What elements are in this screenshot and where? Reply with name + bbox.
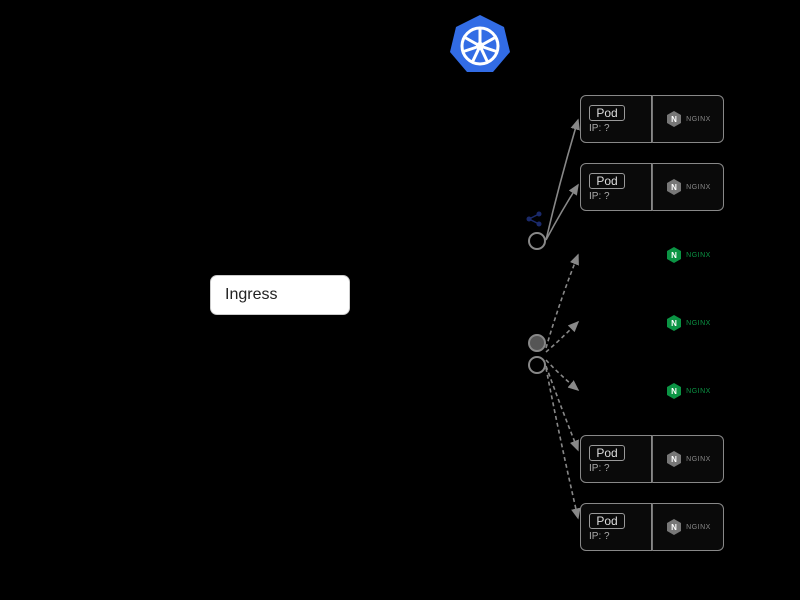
svg-text:N: N	[671, 251, 677, 260]
pod-ip: IP: ?	[589, 531, 643, 542]
svg-text:N: N	[671, 183, 677, 192]
svg-text:N: N	[671, 115, 677, 124]
nginx-label: NGINX	[686, 116, 711, 123]
ingress-label: Ingress	[225, 286, 277, 304]
nginx-box: N NGINX	[652, 163, 724, 211]
pod-ip: IP: ?	[589, 191, 643, 202]
pod-box	[580, 299, 652, 347]
svg-text:N: N	[671, 319, 677, 328]
pod-row: Pod IP: ? N NGINX	[580, 95, 724, 143]
service-node-c	[528, 356, 546, 374]
pod-title: Pod	[589, 173, 625, 189]
pod-row: N NGINX	[580, 231, 724, 279]
share-icon	[525, 210, 543, 228]
pod-row: Pod IP: ? N NGINX	[580, 163, 724, 211]
kubernetes-icon	[448, 12, 512, 76]
nginx-box: N NGINX	[652, 299, 724, 347]
nginx-label: NGINX	[686, 252, 711, 259]
pod-row: Pod IP: ? N NGINX	[580, 435, 724, 483]
pod-title: Pod	[589, 513, 625, 529]
service-node-b	[528, 334, 546, 352]
pod-box	[580, 231, 652, 279]
pod-ip: IP: ?	[589, 123, 643, 134]
pod-stack: Pod IP: ? N NGINX Pod IP: ? N NGINX N NGINX N NGINX…	[580, 95, 724, 551]
nginx-box: N NGINX	[652, 503, 724, 551]
pod-title: Pod	[589, 105, 625, 121]
pod-ip: IP: ?	[589, 463, 643, 474]
nginx-label: NGINX	[686, 524, 711, 531]
pod-title: Pod	[589, 445, 625, 461]
svg-text:N: N	[671, 387, 677, 396]
pod-box	[580, 367, 652, 415]
svg-text:N: N	[671, 523, 677, 532]
pod-row: Pod IP: ? N NGINX	[580, 503, 724, 551]
nginx-label: NGINX	[686, 320, 711, 327]
nginx-box: N NGINX	[652, 435, 724, 483]
nginx-label: NGINX	[686, 456, 711, 463]
service-node-a	[528, 232, 546, 250]
pod-box: Pod IP: ?	[580, 95, 652, 143]
nginx-label: NGINX	[686, 388, 711, 395]
nginx-box: N NGINX	[652, 367, 724, 415]
nginx-box: N NGINX	[652, 95, 724, 143]
pod-row: N NGINX	[580, 299, 724, 347]
svg-text:N: N	[671, 455, 677, 464]
pod-box: Pod IP: ?	[580, 435, 652, 483]
pod-row: N NGINX	[580, 367, 724, 415]
nginx-box: N NGINX	[652, 231, 724, 279]
ingress-box: Ingress	[210, 275, 350, 315]
pod-box: Pod IP: ?	[580, 503, 652, 551]
nginx-label: NGINX	[686, 184, 711, 191]
pod-box: Pod IP: ?	[580, 163, 652, 211]
